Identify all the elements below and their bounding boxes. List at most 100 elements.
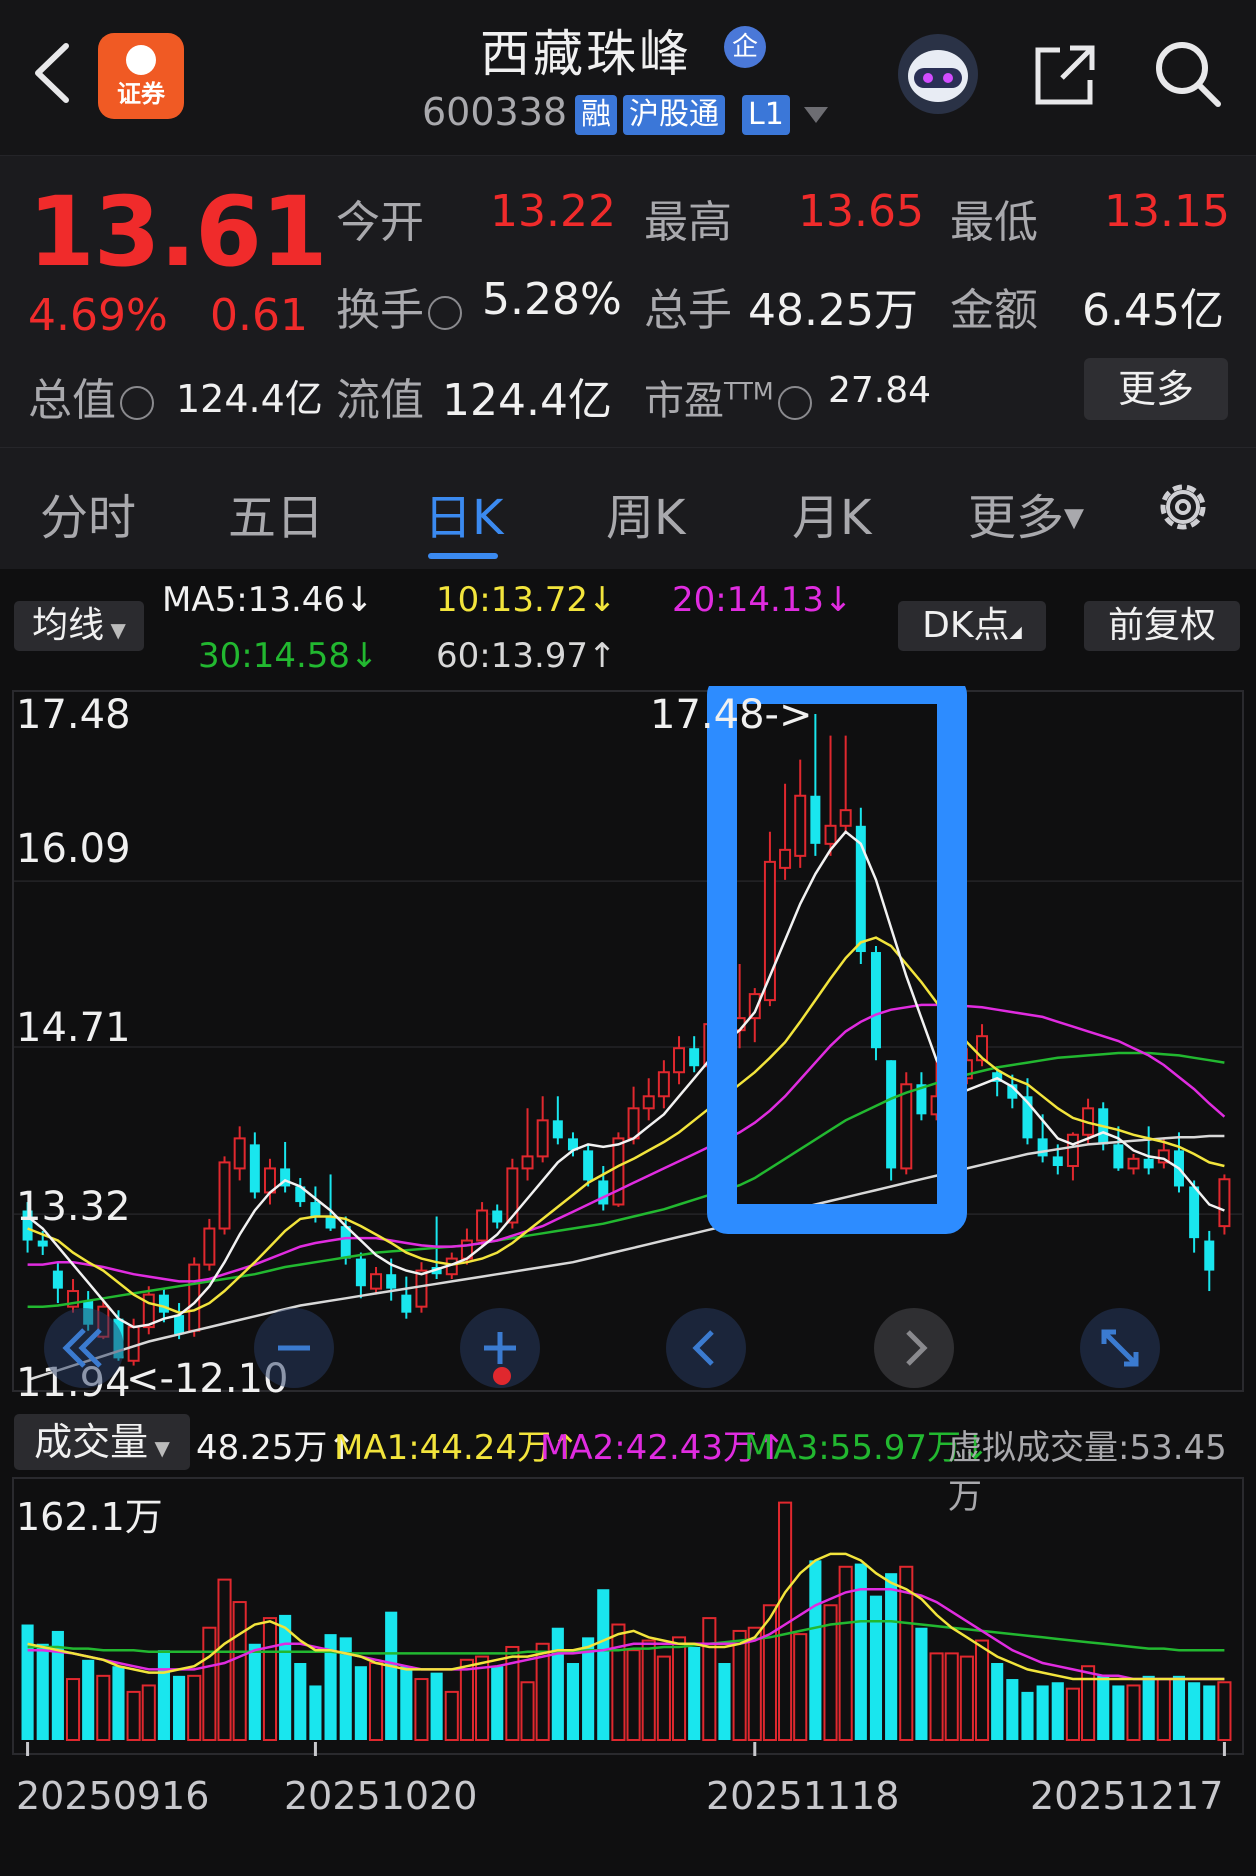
zoom-out-button[interactable] <box>254 1308 334 1388</box>
volume-bar-up <box>1156 1678 1171 1742</box>
chevron-down-icon: ▼ <box>148 1436 170 1460</box>
back-icon[interactable] <box>28 40 74 106</box>
tab-daily-k[interactable]: 日K <box>424 478 503 548</box>
volume-selector-label: 成交量 <box>34 1420 149 1464</box>
volume-bar-down <box>566 1663 580 1740</box>
volume-bar-up <box>626 1649 641 1742</box>
open-value: 13.22 <box>490 186 616 237</box>
high-marker: 17.48-> <box>650 692 813 738</box>
rewind-button[interactable] <box>44 1308 124 1388</box>
tab-five-day[interactable]: 五日 <box>228 478 324 548</box>
tab-more[interactable]: 更多▼ <box>968 478 1084 548</box>
volume-bar-up <box>65 1678 81 1742</box>
volume-chart[interactable] <box>0 1476 1256 1766</box>
stock-switch-icon[interactable] <box>804 107 828 123</box>
tab-intraday[interactable]: 分时 <box>40 478 136 548</box>
date-label: 20250916 <box>16 1774 210 1818</box>
robot-avatar-icon[interactable] <box>898 34 978 114</box>
fullscreen-button[interactable] <box>1080 1308 1160 1388</box>
kline-chart[interactable] <box>0 686 1256 1402</box>
date-label: 20251217 <box>1030 1774 1224 1818</box>
info-icon[interactable] <box>120 386 154 420</box>
volume-bar-up <box>702 1617 717 1742</box>
candle-down <box>174 1315 185 1335</box>
next-button[interactable] <box>874 1308 954 1388</box>
candle-down <box>386 1274 397 1289</box>
candle-down <box>1143 1158 1154 1169</box>
volume-bars <box>21 1501 1232 1742</box>
turnover-label: 换手 <box>336 274 462 338</box>
volume-bar-down <box>991 1663 1004 1740</box>
volume-axis-top: 162.1万 <box>16 1495 163 1539</box>
zoom-in-button[interactable] <box>460 1308 540 1388</box>
search-icon[interactable] <box>1150 36 1226 112</box>
pe-label-text: 市盈 <box>644 378 724 424</box>
volume-bar-down <box>491 1666 504 1740</box>
volume-bar-up <box>1081 1665 1096 1741</box>
candle-up <box>642 1095 655 1110</box>
ma-selector[interactable]: 均线 ▼ <box>14 601 144 651</box>
candle-down <box>1189 1186 1200 1239</box>
volume-bar-up <box>414 1678 429 1742</box>
info-icon[interactable] <box>428 296 462 330</box>
dk-point-button[interactable]: DK点◢ <box>898 601 1046 651</box>
candle-up <box>506 1167 519 1224</box>
volume-bar-down <box>309 1685 322 1740</box>
candle-up <box>233 1137 246 1170</box>
volume-bar-up <box>944 1652 959 1741</box>
share-icon[interactable] <box>1030 40 1100 110</box>
volume-bar-down <box>294 1663 307 1740</box>
ma30-line <box>27 1051 1225 1308</box>
candle-down <box>583 1150 594 1181</box>
volume-bar-down <box>1142 1675 1155 1740</box>
high-label: 最高 <box>644 197 732 248</box>
prev-button[interactable] <box>666 1308 746 1388</box>
ma20-value: 20:14.13↓ <box>672 580 853 620</box>
candle-up <box>824 824 837 845</box>
volume-bar-up <box>929 1652 944 1741</box>
change-percent: 4.69% <box>28 290 168 341</box>
volume-bar-down <box>1051 1682 1064 1740</box>
info-icon[interactable] <box>777 386 812 420</box>
candle-up <box>415 1269 428 1308</box>
candle-up <box>370 1273 383 1290</box>
volume-bar-down <box>597 1589 610 1740</box>
volume-bar-up <box>747 1626 762 1742</box>
candle-down <box>158 1294 169 1313</box>
volume-bar-down <box>21 1624 34 1740</box>
broker-logo-icon[interactable]: 证券 <box>98 33 184 119</box>
volume-bar-down <box>869 1595 883 1740</box>
candle-down <box>870 952 881 1049</box>
pe-value: 27.84 <box>828 370 932 411</box>
ma60-value: 60:13.97↑ <box>436 636 617 676</box>
volume-bar-down <box>430 1672 443 1740</box>
tag-connect: 沪股通 <box>623 95 725 135</box>
settings-icon[interactable] <box>1152 476 1214 538</box>
enterprise-badge: 企 <box>724 26 766 68</box>
volume-bar-down <box>385 1611 398 1740</box>
candle-down <box>810 795 821 844</box>
volume-bar-up <box>444 1690 459 1742</box>
tab-monthly-k[interactable]: 月K <box>792 478 871 548</box>
ma-selector-label: 均线 <box>32 605 105 646</box>
broker-logo-text: 证券 <box>117 80 165 108</box>
volume-bar-down <box>157 1650 170 1740</box>
candle-up <box>657 1071 670 1098</box>
volume-bar-down <box>1021 1691 1034 1740</box>
date-label: 20251020 <box>284 1774 478 1818</box>
chevron-down-icon: ▼ <box>104 618 126 642</box>
volume-selector[interactable]: 成交量 ▼ <box>14 1414 190 1470</box>
volume-bar-down <box>809 1560 822 1740</box>
tab-more-label: 更多 <box>968 490 1065 546</box>
adjust-button[interactable]: 前复权 <box>1084 601 1240 651</box>
more-button[interactable]: 更多 <box>1084 358 1228 420</box>
volume-label: 总手 <box>644 285 732 336</box>
candle-up <box>218 1161 231 1230</box>
volume-bar-down <box>112 1666 125 1740</box>
corner-triangle-icon: ◢ <box>1009 622 1022 641</box>
tab-weekly-k[interactable]: 周K <box>606 478 685 548</box>
amount-label: 金额 <box>950 285 1038 336</box>
candle-down <box>886 1060 897 1169</box>
volume-bar-up <box>641 1639 656 1741</box>
candle-up <box>673 1047 686 1074</box>
